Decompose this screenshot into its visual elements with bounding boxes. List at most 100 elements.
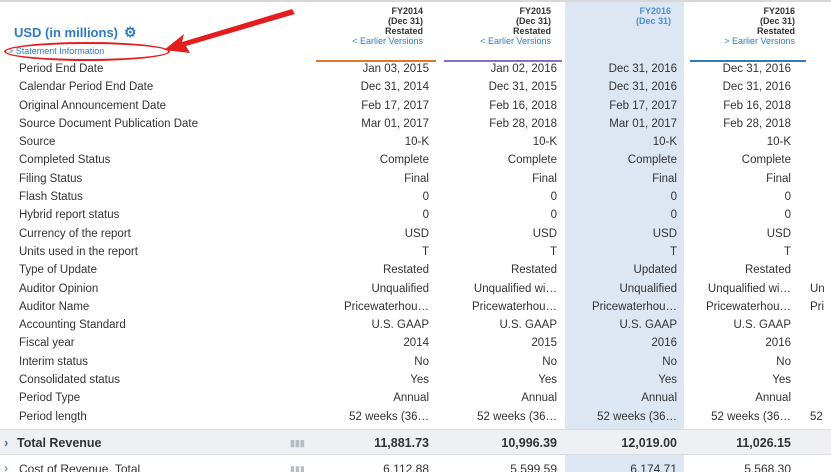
column-status: Restated (512, 26, 551, 36)
earlier-versions-link[interactable]: > Earlier Versions (688, 36, 795, 46)
cell-value: Restated (382, 264, 429, 277)
table-row: Accounting Standard U.S. GAAP U.S. GAAP U.S… (0, 317, 831, 335)
table-row: Original Announcement Date Feb 17, 2017 Fe… (0, 98, 831, 116)
cell-value: Final (766, 172, 791, 185)
statement-grid: Period End Date Jan 03, 2015 Jan 02, 2016 D… (0, 61, 831, 427)
table-row: Units used in the report T T T T (0, 244, 831, 262)
cell-value: 0 (422, 191, 429, 204)
cell-value: T (669, 245, 677, 258)
currency-text: USD (in millions) (14, 25, 118, 40)
table-row: Completed Status Complete Complete Complete… (0, 152, 831, 170)
column-status: Restated (384, 26, 423, 36)
cell-value: 6,112.88 (383, 462, 429, 472)
column-year: FY2016 (763, 6, 795, 16)
row-label: Flash Status (19, 191, 83, 204)
row-label: Interim status (19, 355, 89, 368)
column-header-fy2014: FY2014 (Dec 31) Restated < Earlier Versi… (316, 6, 429, 62)
cell-value: 11,881.73 (374, 436, 429, 450)
cell-value: USD (532, 227, 557, 240)
row-label: Total Revenue (17, 436, 102, 450)
table-row: Auditor Name Pricewaterhou… Pricewaterhou…… (0, 299, 831, 317)
table-row: Hybrid report status 0 0 0 0 (0, 207, 831, 225)
cell-value: Pricewaterhou… (471, 300, 557, 313)
row-label: Currency of the report (19, 227, 131, 240)
cell-value: Complete (379, 154, 429, 167)
cell-value: 2014 (403, 337, 429, 350)
cell-value: 0 (550, 191, 557, 204)
row-label: Auditor Opinion (19, 282, 99, 295)
cell-value: Pri (810, 300, 825, 313)
cell-value: 0 (422, 209, 429, 222)
table-row: Flash Status 0 0 0 0 (0, 189, 831, 207)
cell-value: Dec 31, 2014 (360, 81, 429, 94)
cost-of-revenue-row[interactable]: › Cost of Revenue, Total ▮▮▮ 6,112.88 5,… (0, 458, 831, 472)
row-label: Source Document Publication Date (19, 117, 198, 130)
cell-value: Pricewaterhou… (343, 300, 429, 313)
row-label: Units used in the report (19, 245, 138, 258)
table-row: Period Type Annual Annual Annual Annual (0, 390, 831, 408)
cell-value: Updated (633, 264, 677, 277)
cell-value: Final (532, 172, 557, 185)
cell-value: USD (652, 227, 677, 240)
cell-value: 52 weeks (36… (477, 410, 557, 423)
cell-value: Unqualified (371, 282, 429, 295)
currency-label: USD (in millions) ⚙ (14, 24, 137, 41)
cell-value: 10-K (404, 136, 429, 149)
cell-value: Annual (521, 392, 557, 405)
cell-value: Unqualified (619, 282, 677, 295)
cell-value: 10-K (652, 136, 677, 149)
cell-value: Dec 31, 2016 (608, 63, 677, 75)
gear-icon[interactable]: ⚙ (124, 24, 137, 41)
total-revenue-row[interactable]: › Total Revenue ▮▮▮ 11,881.73 10,996.39 … (0, 429, 831, 455)
cell-value: U.S. GAAP (499, 319, 557, 332)
row-label: Filing Status (19, 172, 83, 185)
table-row: Type of Update Restated Restated Updated Res… (0, 262, 831, 280)
cell-value: Yes (772, 374, 791, 387)
row-label: Original Announcement Date (19, 99, 167, 112)
earlier-versions-link[interactable]: < Earlier Versions (444, 36, 551, 46)
bar-chart-icon[interactable]: ▮▮▮ (290, 464, 305, 472)
red-arrow-annotation (164, 9, 295, 53)
cell-value: 12,019.00 (621, 436, 677, 450)
column-year: FY2015 (519, 6, 551, 16)
cell-value: U.S. GAAP (733, 319, 791, 332)
cell-value: Feb 16, 2018 (723, 99, 791, 112)
cell-value: No (542, 355, 557, 368)
chevron-right-icon[interactable]: › (4, 461, 8, 472)
table-row: Source 10-K 10-K 10-K 10-K (0, 134, 831, 152)
cell-value: Restated (510, 264, 557, 277)
cell-value: 5,599.59 (510, 462, 557, 472)
cell-value: Dec 31, 2015 (488, 81, 557, 94)
column-date: (Dec 31) (759, 16, 795, 26)
cell-value: Complete (741, 154, 791, 167)
column-year: FY2016 (639, 6, 671, 16)
cell-value: 52 (810, 410, 823, 423)
cell-value: Feb 17, 2017 (361, 99, 429, 112)
column-date: (Dec 31) (635, 16, 671, 26)
chevron-right-icon[interactable]: › (4, 435, 8, 450)
column-date: (Dec 31) (387, 16, 423, 26)
row-label: Hybrid report status (19, 209, 120, 222)
row-label: Source (19, 136, 56, 149)
cell-value: Unqualified wi… (473, 282, 557, 295)
table-row: Filing Status Final Final Final Final (0, 171, 831, 189)
column-status: Restated (756, 26, 795, 36)
highlight-oval (4, 42, 170, 61)
cell-value: T (783, 245, 791, 258)
row-label: Type of Update (19, 264, 97, 277)
cell-value: Mar 01, 2017 (361, 117, 429, 130)
earlier-versions-link[interactable]: < Earlier Versions (316, 36, 423, 46)
cell-value: Feb 28, 2018 (723, 117, 791, 130)
row-label: Completed Status (19, 154, 111, 167)
cell-value: Annual (641, 392, 677, 405)
cell-value: USD (404, 227, 429, 240)
column-header-fy2015: FY2015 (Dec 31) Restated < Earlier Versi… (444, 6, 557, 62)
cell-value: 11,026.15 (736, 436, 791, 450)
cell-value: Feb 16, 2018 (489, 99, 557, 112)
column-year: FY2014 (391, 6, 423, 16)
cell-value: Dec 31, 2016 (722, 63, 791, 75)
cell-value: Pricewaterhou… (705, 300, 791, 313)
cell-value: Un (810, 282, 825, 295)
bar-chart-icon[interactable]: ▮▮▮ (290, 438, 305, 449)
cell-value: 5,568.30 (744, 462, 791, 472)
